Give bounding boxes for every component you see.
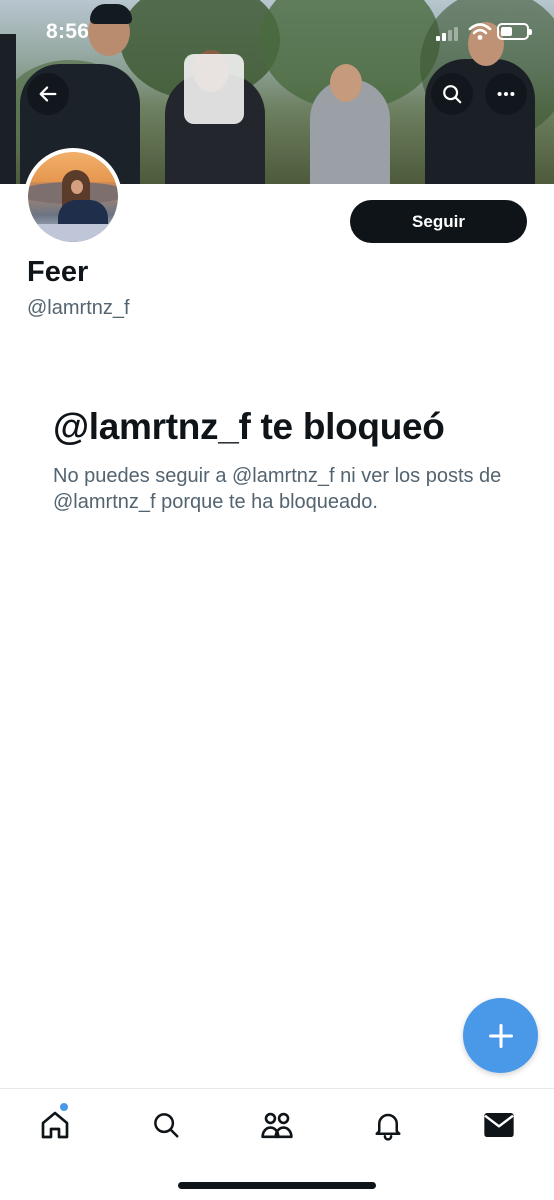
envelope-icon	[484, 1113, 514, 1137]
nav-home[interactable]	[27, 1103, 83, 1147]
display-name: Feer	[27, 256, 89, 288]
plus-icon	[488, 1023, 513, 1048]
bell-icon	[375, 1113, 401, 1141]
status-bar: 8:56	[0, 0, 554, 64]
more-options-button[interactable]	[485, 73, 527, 115]
home-icon	[41, 1111, 69, 1139]
notification-dot	[60, 1103, 68, 1111]
nav-messages[interactable]	[471, 1103, 527, 1147]
status-time: 8:56	[46, 20, 90, 43]
nav-search[interactable]	[138, 1103, 194, 1147]
search-icon	[443, 85, 462, 104]
nav-communities[interactable]	[249, 1103, 305, 1147]
username-handle: @lamrtnz_f	[27, 297, 130, 319]
arrow-left-icon	[39, 86, 57, 102]
search-button[interactable]	[431, 73, 473, 115]
communities-icon	[261, 1112, 293, 1139]
blocked-message: No puedes seguir a @lamrtnz_f ni ver los…	[53, 465, 502, 513]
back-button[interactable]	[27, 73, 69, 115]
cellular-signal-icon	[436, 27, 458, 41]
blocked-title: @lamrtnz_f te bloqueó	[53, 406, 445, 447]
nav-notifications[interactable]	[360, 1103, 416, 1147]
wifi-icon	[468, 22, 492, 42]
follow-button[interactable]: Seguir	[350, 200, 527, 243]
search-icon	[154, 1113, 179, 1138]
battery-icon	[497, 23, 532, 40]
compose-post-button[interactable]	[463, 998, 538, 1073]
avatar[interactable]	[24, 148, 122, 246]
more-horizontal-icon	[497, 91, 515, 97]
home-indicator	[178, 1182, 376, 1189]
